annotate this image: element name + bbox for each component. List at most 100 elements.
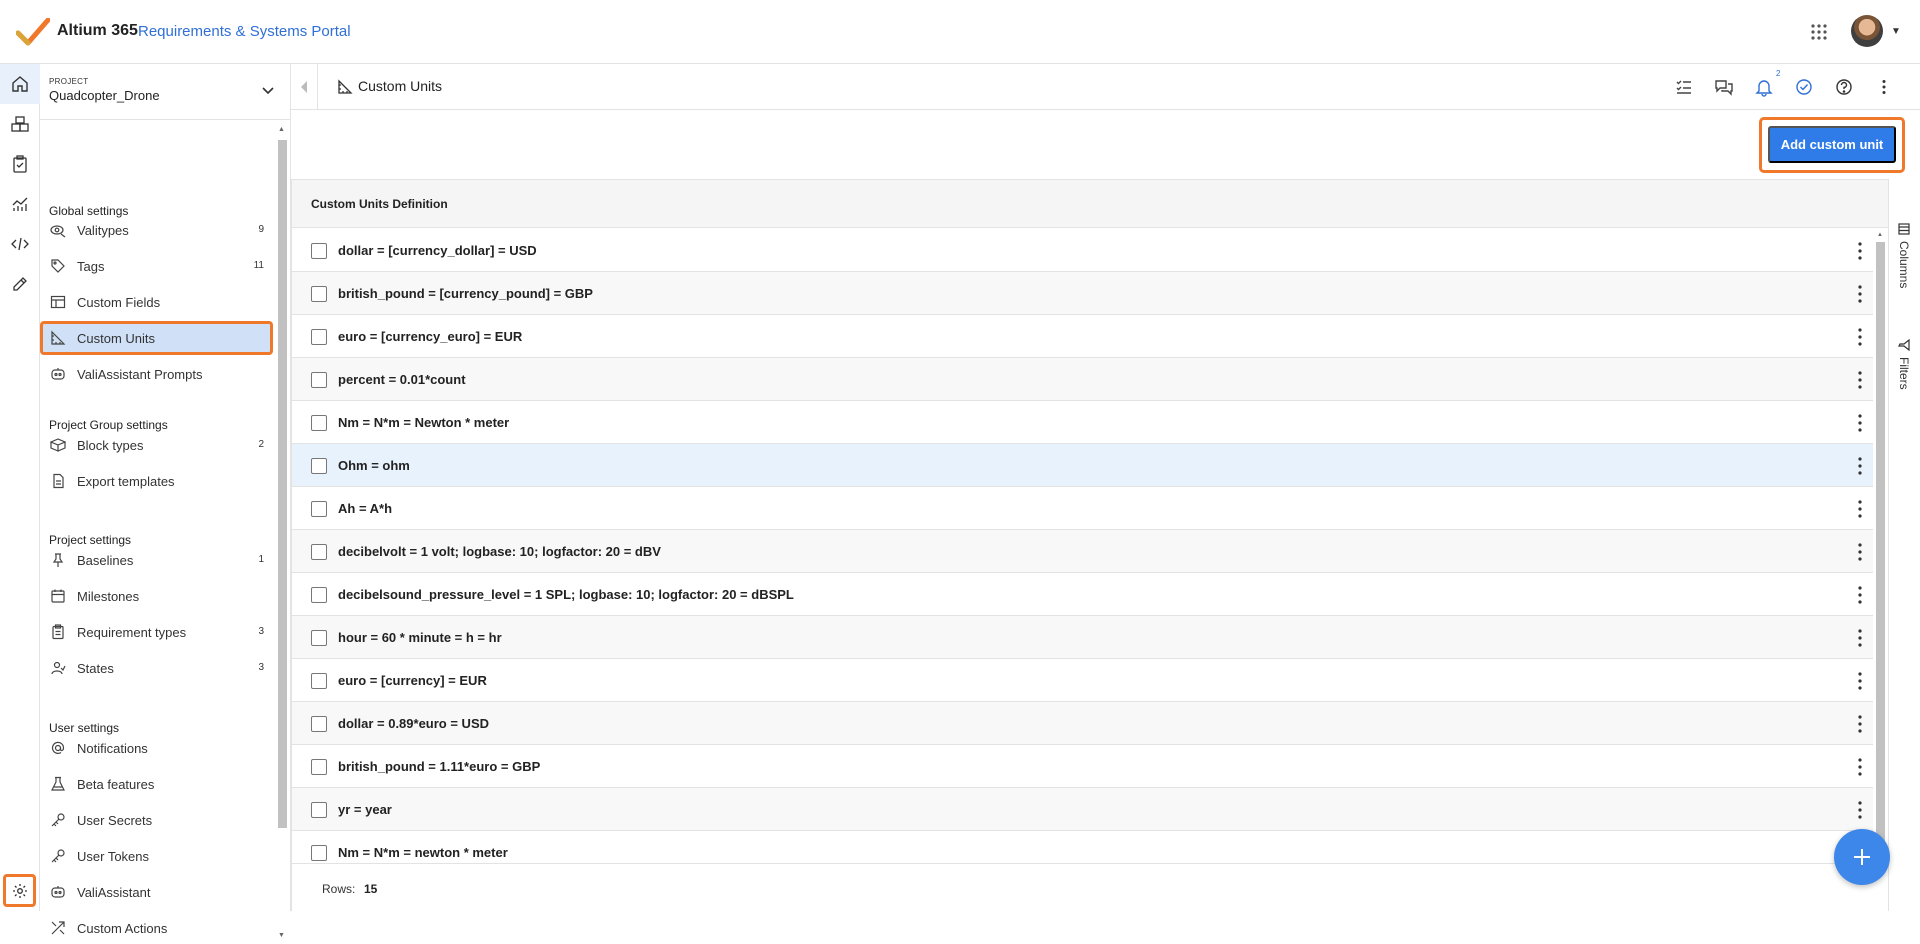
sidebar-scroll-down-icon[interactable]: ▼: [278, 932, 285, 939]
row-checkbox[interactable]: [311, 544, 327, 560]
sidebar-item-tags[interactable]: Tags 11: [40, 251, 275, 281]
table-row[interactable]: british_pound = [currency_pound] = GBP: [292, 272, 1873, 315]
filters-tab[interactable]: Filters: [1897, 339, 1911, 390]
row-checkbox[interactable]: [311, 802, 327, 818]
unit-definition: decibelvolt = 1 volt; logbase: 10; logfa…: [338, 544, 661, 559]
sidebar-item-custom-units[interactable]: Custom Units: [40, 321, 273, 355]
row-more-icon[interactable]: [1857, 542, 1863, 562]
table-row[interactable]: yr = year: [292, 788, 1873, 831]
sidebar-item-valiassistant[interactable]: ValiAssistant: [40, 877, 275, 907]
sidebar-scrollbar[interactable]: [278, 140, 287, 828]
row-checkbox[interactable]: [311, 329, 327, 345]
rail-blocks[interactable]: [0, 104, 40, 144]
row-checkbox[interactable]: [311, 243, 327, 259]
row-more-icon[interactable]: [1857, 757, 1863, 777]
ruler-pencil-icon: [13, 277, 27, 291]
rail-requirements[interactable]: [0, 144, 40, 184]
table-row[interactable]: british_pound = 1.11*euro = GBP: [292, 745, 1873, 788]
row-checkbox[interactable]: [311, 372, 327, 388]
sidebar-item-valitypes[interactable]: Valitypes 9: [40, 215, 275, 245]
sidebar-item-valiassistant-prompts[interactable]: ValiAssistant Prompts: [40, 359, 275, 389]
table-row[interactable]: Ohm = ohm: [292, 444, 1873, 487]
row-more-icon[interactable]: [1857, 413, 1863, 433]
columns-tab[interactable]: Columns: [1897, 223, 1911, 288]
task-list-icon[interactable]: [1674, 77, 1694, 97]
row-more-icon[interactable]: [1857, 628, 1863, 648]
row-more-icon[interactable]: [1857, 327, 1863, 347]
row-checkbox[interactable]: [311, 587, 327, 603]
table-row[interactable]: euro = [currency_euro] = EUR: [292, 315, 1873, 358]
row-more-icon[interactable]: [1857, 241, 1863, 261]
unit-definition: hour = 60 * minute = h = hr: [338, 630, 502, 645]
more-vertical-icon[interactable]: [1874, 77, 1894, 97]
sidebar-item-requirement-types[interactable]: Requirement types 3: [40, 617, 275, 647]
row-checkbox[interactable]: [311, 716, 327, 732]
sidebar-item-milestones[interactable]: Milestones: [40, 581, 275, 611]
row-more-icon[interactable]: [1857, 370, 1863, 390]
units-ruler-icon: [338, 79, 353, 94]
sidebar-item-states[interactable]: States 3: [40, 653, 275, 683]
apps-grid-icon[interactable]: [1810, 23, 1828, 41]
sidebar-item-label: Beta features: [77, 777, 155, 792]
sidebar-item-label: ValiAssistant: [77, 885, 151, 900]
altium-logo-icon[interactable]: [16, 18, 50, 46]
rows-label: Rows:: [322, 882, 356, 896]
help-icon[interactable]: [1834, 77, 1854, 97]
column-header-definition[interactable]: Custom Units Definition: [311, 197, 448, 211]
avatar-caret-icon[interactable]: ▼: [1891, 26, 1901, 37]
row-checkbox[interactable]: [311, 415, 327, 431]
project-selector[interactable]: PROJECT Quadcopter_Drone: [40, 64, 291, 120]
user-avatar[interactable]: [1851, 15, 1883, 47]
row-checkbox[interactable]: [311, 458, 327, 474]
rail-code[interactable]: [0, 224, 40, 264]
table-row[interactable]: euro = [currency] = EUR: [292, 659, 1873, 702]
table-row[interactable]: Nm = N*m = Newton * meter: [292, 401, 1873, 444]
sidebar-item-user-secrets[interactable]: User Secrets: [40, 805, 275, 835]
sidebar-item-custom-actions[interactable]: Custom Actions: [40, 913, 275, 943]
add-custom-unit-button[interactable]: Add custom unit: [1768, 126, 1896, 163]
sidebar-scroll-up-icon[interactable]: ▲: [278, 126, 285, 133]
row-checkbox[interactable]: [311, 286, 327, 302]
table-row[interactable]: Ah = A*h: [292, 487, 1873, 530]
sidebar-item-user-tokens[interactable]: User Tokens: [40, 841, 275, 871]
unit-definition: Nm = N*m = newton * meter: [338, 845, 508, 860]
table-scroll-up-icon[interactable]: ▲: [1877, 232, 1883, 238]
sidebar-nav: Global settings Valitypes 9 Tags 11 Cust…: [40, 120, 275, 944]
portal-name[interactable]: Requirements & Systems Portal: [138, 23, 351, 40]
row-checkbox[interactable]: [311, 630, 327, 646]
sidebar-item-export-templates[interactable]: Export templates: [40, 466, 275, 496]
add-fab-button[interactable]: [1834, 829, 1890, 885]
rail-home[interactable]: [0, 64, 40, 104]
rail-tools[interactable]: [0, 264, 40, 304]
table-row[interactable]: dollar = [currency_dollar] = USD: [292, 229, 1873, 272]
row-more-icon[interactable]: [1857, 284, 1863, 304]
sidebar-item-block-types[interactable]: Block types 2: [40, 430, 275, 460]
table-row[interactable]: dollar = 0.89*euro = USD: [292, 702, 1873, 745]
table-row[interactable]: decibelvolt = 1 volt; logbase: 10; logfa…: [292, 530, 1873, 573]
rail-analytics[interactable]: [0, 184, 40, 224]
row-more-icon[interactable]: [1857, 800, 1863, 820]
sidebar-item-baselines[interactable]: Baselines 1: [40, 545, 275, 575]
bell-icon[interactable]: [1754, 77, 1774, 97]
check-circle-icon[interactable]: [1794, 77, 1814, 97]
comments-icon[interactable]: [1714, 77, 1734, 97]
row-checkbox[interactable]: [311, 845, 327, 861]
settings-button[interactable]: [3, 874, 36, 907]
row-more-icon[interactable]: [1857, 714, 1863, 734]
sidebar-item-beta-features[interactable]: Beta features: [40, 769, 275, 799]
chevron-down-icon[interactable]: [261, 84, 275, 98]
collapse-sidebar-button[interactable]: [291, 64, 318, 109]
table-row[interactable]: percent = 0.01*count: [292, 358, 1873, 401]
row-more-icon[interactable]: [1857, 671, 1863, 691]
table-scrollbar[interactable]: [1876, 242, 1885, 896]
row-checkbox[interactable]: [311, 501, 327, 517]
row-checkbox[interactable]: [311, 759, 327, 775]
row-more-icon[interactable]: [1857, 456, 1863, 476]
sidebar-item-custom-fields[interactable]: Custom Fields: [40, 287, 275, 317]
table-row[interactable]: hour = 60 * minute = h = hr: [292, 616, 1873, 659]
row-checkbox[interactable]: [311, 673, 327, 689]
sidebar-item-notifications[interactable]: Notifications: [40, 733, 275, 763]
table-row[interactable]: decibelsound_pressure_level = 1 SPL; log…: [292, 573, 1873, 616]
row-more-icon[interactable]: [1857, 499, 1863, 519]
row-more-icon[interactable]: [1857, 585, 1863, 605]
